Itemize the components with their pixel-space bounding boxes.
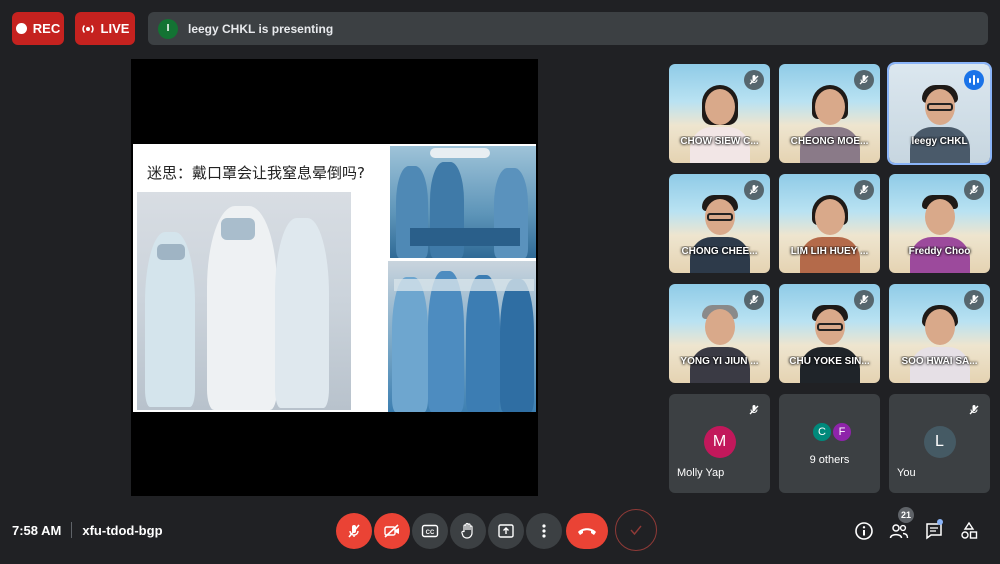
others-avatars: C F (811, 421, 853, 443)
participant-name: SOO HWAI SA... (901, 356, 978, 367)
mic-off-icon (744, 180, 764, 200)
broadcast-icon (81, 24, 94, 33)
more-options-button[interactable] (526, 513, 562, 549)
participant-name: leegy CHKL (911, 136, 968, 147)
participant-video (908, 195, 972, 273)
participant-video (688, 85, 752, 163)
mic-off-icon (854, 70, 874, 90)
avatar: L (923, 426, 956, 458)
participant-name: CHOW SIEW C... (680, 136, 759, 147)
participant-name: CHONG CHEE... (681, 246, 758, 257)
participant-tile[interactable]: CHU YOKE SIN... (779, 284, 880, 383)
self-tile[interactable]: L You (889, 394, 990, 493)
mic-toggle-button[interactable] (336, 513, 372, 549)
presentation-slide: 迷思：戴口罩会让我窒息晕倒吗? (133, 144, 536, 412)
participant-tile[interactable]: LIM LIH HUEY ... (779, 174, 880, 273)
participant-name: CHEONG MOE... (790, 136, 869, 147)
mic-off-icon (744, 290, 764, 310)
mic-off-icon (964, 290, 984, 310)
svg-text:CC: CC (426, 530, 435, 536)
participant-tile[interactable]: YONG YI JIUN ... (669, 284, 770, 383)
shared-screen[interactable]: 迷思：戴口罩会让我窒息晕倒吗? (131, 59, 538, 496)
call-end-icon (578, 528, 596, 535)
presenting-banner: I leegy CHKL is presenting (148, 12, 988, 45)
mic-off-icon (854, 290, 874, 310)
avatar: F (831, 421, 853, 443)
present-screen-icon (498, 524, 514, 538)
camera-toggle-button[interactable] (374, 513, 410, 549)
activities-button[interactable] (958, 520, 980, 542)
presenter-avatar: I (158, 18, 178, 39)
info-icon (855, 522, 873, 540)
more-vert-icon (542, 524, 546, 538)
chat-notification-dot (937, 519, 943, 525)
participant-tile[interactable]: CHEONG MOE... (779, 64, 880, 163)
live-button[interactable]: LIVE (75, 12, 135, 45)
rec-label: REC (32, 21, 61, 36)
participant-tile-speaking[interactable]: leegy CHKL (887, 62, 992, 165)
hand-icon (461, 522, 473, 539)
others-count-label: 9 others (809, 454, 850, 466)
mic-off-icon (348, 524, 360, 538)
participant-name: LIM LIH HUEY ... (790, 246, 869, 257)
participant-video (688, 195, 752, 273)
participant-video (908, 305, 972, 383)
slide-title: 迷思：戴口罩会让我窒息晕倒吗? (147, 164, 365, 182)
speaking-indicator-icon (964, 70, 984, 90)
participant-video (688, 305, 752, 383)
check-icon (630, 525, 642, 536)
mic-off-icon (854, 180, 874, 200)
captions-button[interactable]: CC (412, 513, 448, 549)
mic-off-icon (964, 180, 984, 200)
participant-name: Molly Yap (677, 467, 725, 479)
photo-medical-staff-ppe (137, 192, 351, 410)
raise-hand-button[interactable] (450, 513, 486, 549)
participant-tile[interactable]: CHONG CHEE... (669, 174, 770, 273)
record-dot-icon (15, 23, 27, 34)
rec-button[interactable]: REC (12, 12, 64, 45)
presenting-text: leegy CHKL is presenting (188, 21, 334, 36)
meeting-details-button[interactable] (853, 520, 875, 542)
live-label: LIVE (100, 21, 130, 36)
participant-tile[interactable]: CHOW SIEW C... (669, 64, 770, 163)
participant-video (798, 195, 862, 273)
mic-off-icon (964, 400, 984, 420)
leave-call-button[interactable] (566, 513, 608, 549)
participant-video (908, 85, 972, 163)
meeting-code: xfu-tdod-bgp (82, 522, 163, 538)
participant-name: YONG YI JIUN ... (680, 356, 759, 367)
people-count-badge: 21 (898, 507, 915, 523)
shapes-icon (961, 521, 978, 539)
participant-tile[interactable]: SOO HWAI SA... (889, 284, 990, 383)
people-icon (889, 524, 909, 539)
divider (71, 522, 73, 538)
participant-name: Freddy Choo (908, 246, 971, 257)
avatar: C (811, 421, 833, 443)
present-button[interactable] (488, 513, 524, 549)
videocam-off-icon (384, 524, 399, 538)
check-button[interactable] (615, 509, 657, 551)
participant-name: CHU YOKE SIN... (789, 356, 870, 367)
closed-caption-icon: CC (421, 524, 439, 538)
photo-surgical-team (388, 261, 536, 412)
participant-name: You (897, 467, 916, 479)
participant-video (798, 85, 862, 163)
participant-tile[interactable]: Freddy Choo (889, 174, 990, 273)
photo-operating-room (390, 146, 536, 258)
avatar: M (703, 426, 736, 458)
others-tile[interactable]: C F 9 others (779, 394, 880, 493)
mic-off-icon (744, 70, 764, 90)
meeting-info: 7:58 AM xfu-tdod-bgp (12, 522, 163, 538)
participant-tile-molly[interactable]: M Molly Yap (669, 394, 770, 493)
participant-video (798, 305, 862, 383)
people-button[interactable] (888, 520, 910, 542)
mic-off-icon (744, 400, 764, 420)
clock-time: 7:58 AM (12, 522, 62, 538)
